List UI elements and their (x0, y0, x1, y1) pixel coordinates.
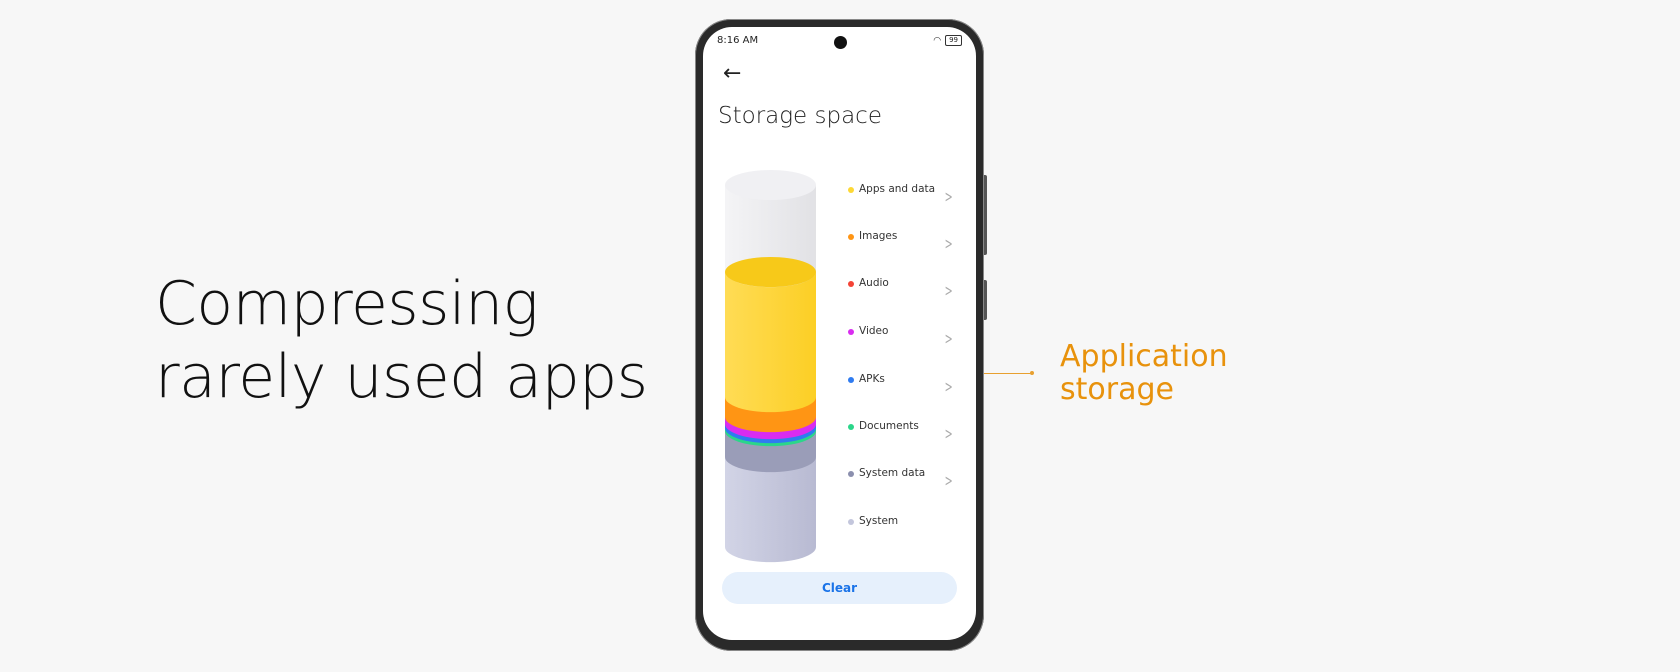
legend-label: Documents (859, 420, 919, 432)
legend-label: Video (859, 325, 889, 337)
legend-item-documents[interactable]: Documents > (848, 420, 963, 443)
chevron-right-icon: > (944, 377, 953, 396)
legend-label: System (859, 515, 899, 527)
legend-item-video[interactable]: Video > (848, 325, 963, 348)
legend-item-images[interactable]: Images > (848, 230, 963, 253)
chevron-right-icon: > (944, 234, 953, 253)
legend-dot (848, 424, 854, 430)
legend-label: System data (859, 467, 926, 479)
clear-button[interactable]: Clear (722, 572, 957, 604)
power-button (984, 280, 987, 320)
legend-label: Audio (859, 277, 889, 289)
callout-line-2: storage (1060, 372, 1174, 407)
legend-dot (848, 377, 854, 383)
phone-screen: 8:16 AM ◠ 99 ← Storage space Apps and da… (703, 27, 976, 640)
legend-item-apks[interactable]: APKs > (848, 373, 963, 396)
chevron-right-icon: > (944, 187, 953, 206)
legend-dot (848, 187, 854, 193)
headline: Compressing rarely used apps (155, 268, 648, 414)
legend-label: Apps and data (859, 183, 936, 195)
legend-dot (848, 329, 854, 335)
legend-dot (848, 519, 854, 525)
chevron-right-icon: > (944, 329, 953, 348)
headline-line-1: Compressing (155, 269, 539, 339)
legend-label: APKs (859, 373, 885, 385)
legend-item-audio[interactable]: Audio > (848, 277, 963, 300)
legend-item-system: System (848, 515, 963, 535)
callout-leader-dot (1030, 371, 1034, 375)
legend-label: Images (859, 230, 898, 242)
chevron-right-icon: > (944, 281, 953, 300)
callout-label: Application storage (1060, 340, 1228, 406)
legend-dot (848, 281, 854, 287)
segment-apps-and-data (725, 272, 816, 413)
phone-frame: 8:16 AM ◠ 99 ← Storage space Apps and da… (695, 19, 984, 651)
legend-dot (848, 234, 854, 240)
legend-item-apps-and-data[interactable]: Apps and data > (848, 183, 963, 206)
headline-line-2: rarely used apps (155, 342, 648, 412)
callout-line-1: Application (1060, 339, 1228, 374)
legend-item-system-data[interactable]: System data > (848, 467, 963, 490)
chevron-right-icon: > (944, 424, 953, 443)
legend-dot (848, 471, 854, 477)
chevron-right-icon: > (944, 471, 953, 490)
volume-button (984, 175, 987, 255)
